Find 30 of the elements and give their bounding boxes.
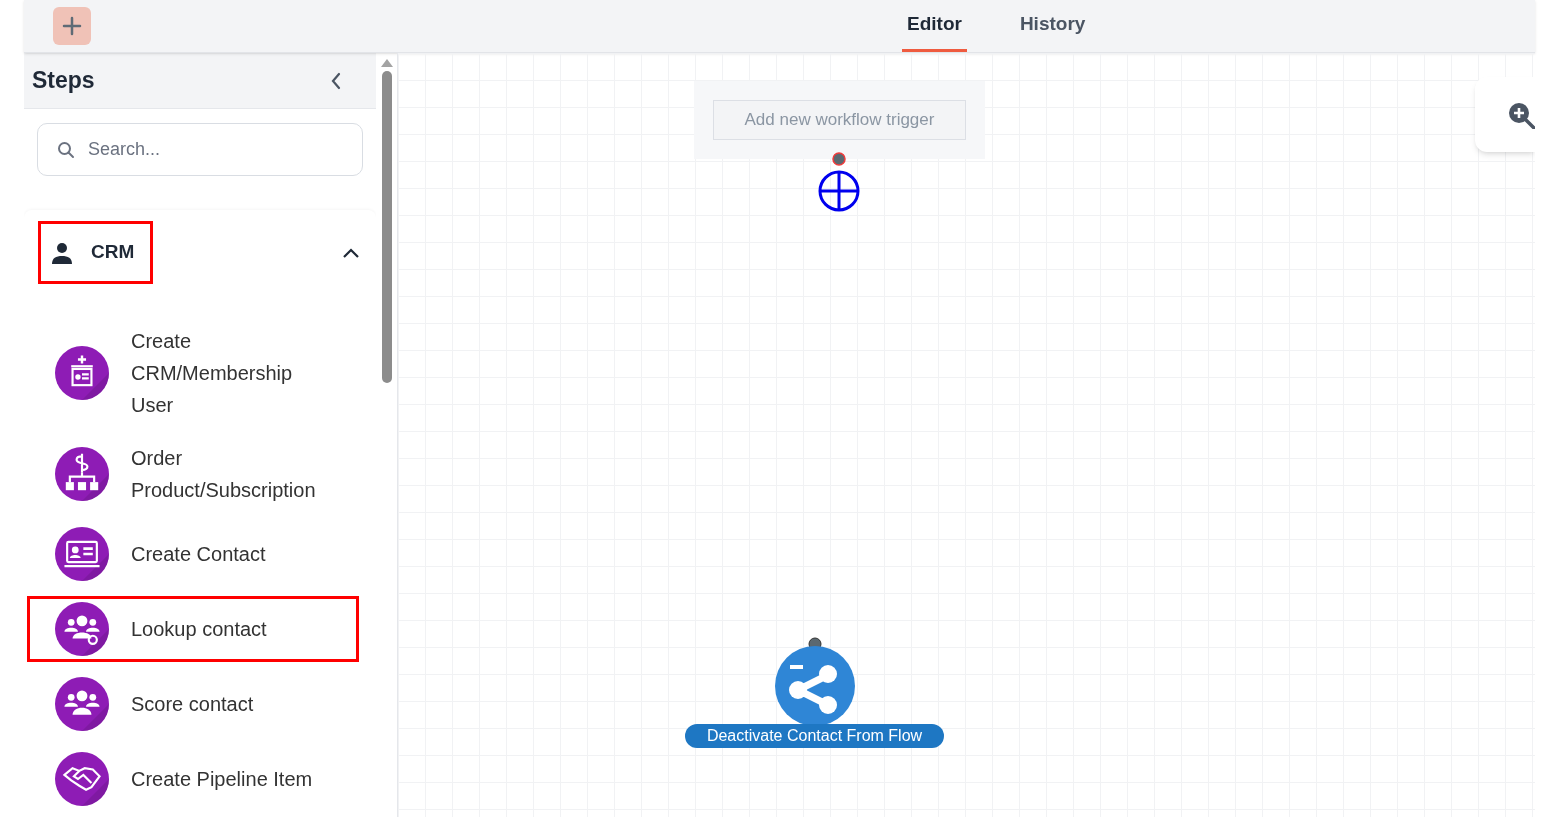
person-icon	[51, 241, 73, 264]
node-label: Deactivate Contact From Flow	[685, 724, 944, 748]
zoom-in-icon[interactable]	[1507, 100, 1535, 129]
step-item[interactable]: Create Pipeline Item	[27, 746, 359, 812]
section-header[interactable]: CRM	[38, 221, 153, 284]
search-field[interactable]: Search...	[37, 123, 363, 176]
step-item[interactable]: Score contact	[27, 671, 359, 737]
connector-dot-icon[interactable]	[832, 152, 846, 166]
tab[interactable]: History	[1014, 0, 1091, 52]
add-step-crosshair-icon[interactable]	[818, 170, 860, 212]
step-item[interactable]: Order Product/Subscription	[27, 436, 359, 512]
step-item[interactable]: Create Contact	[27, 521, 359, 587]
id-card-icon	[55, 346, 109, 400]
share-node-icon[interactable]	[773, 645, 856, 727]
tab[interactable]: Editor	[902, 0, 967, 52]
chevron-up-icon[interactable]	[342, 246, 360, 259]
step-item[interactable]: Lookup contact	[27, 596, 359, 662]
scrollbar-thumb[interactable]	[381, 71, 392, 383]
step-item[interactable]: Create CRM/Membership User	[27, 319, 359, 427]
plus-icon	[62, 16, 82, 36]
handshake-icon	[55, 752, 109, 806]
search-icon	[57, 141, 75, 159]
section-label: CRM	[91, 240, 135, 265]
people-search-icon	[55, 602, 109, 656]
collapse-chevron-icon[interactable]	[330, 71, 342, 90]
dollar-hierarchy-icon	[55, 447, 109, 501]
contact-card-icon	[55, 527, 109, 581]
add-button[interactable]	[53, 7, 91, 45]
sidebar-title: Steps	[32, 66, 95, 96]
people-group-icon	[55, 677, 109, 731]
